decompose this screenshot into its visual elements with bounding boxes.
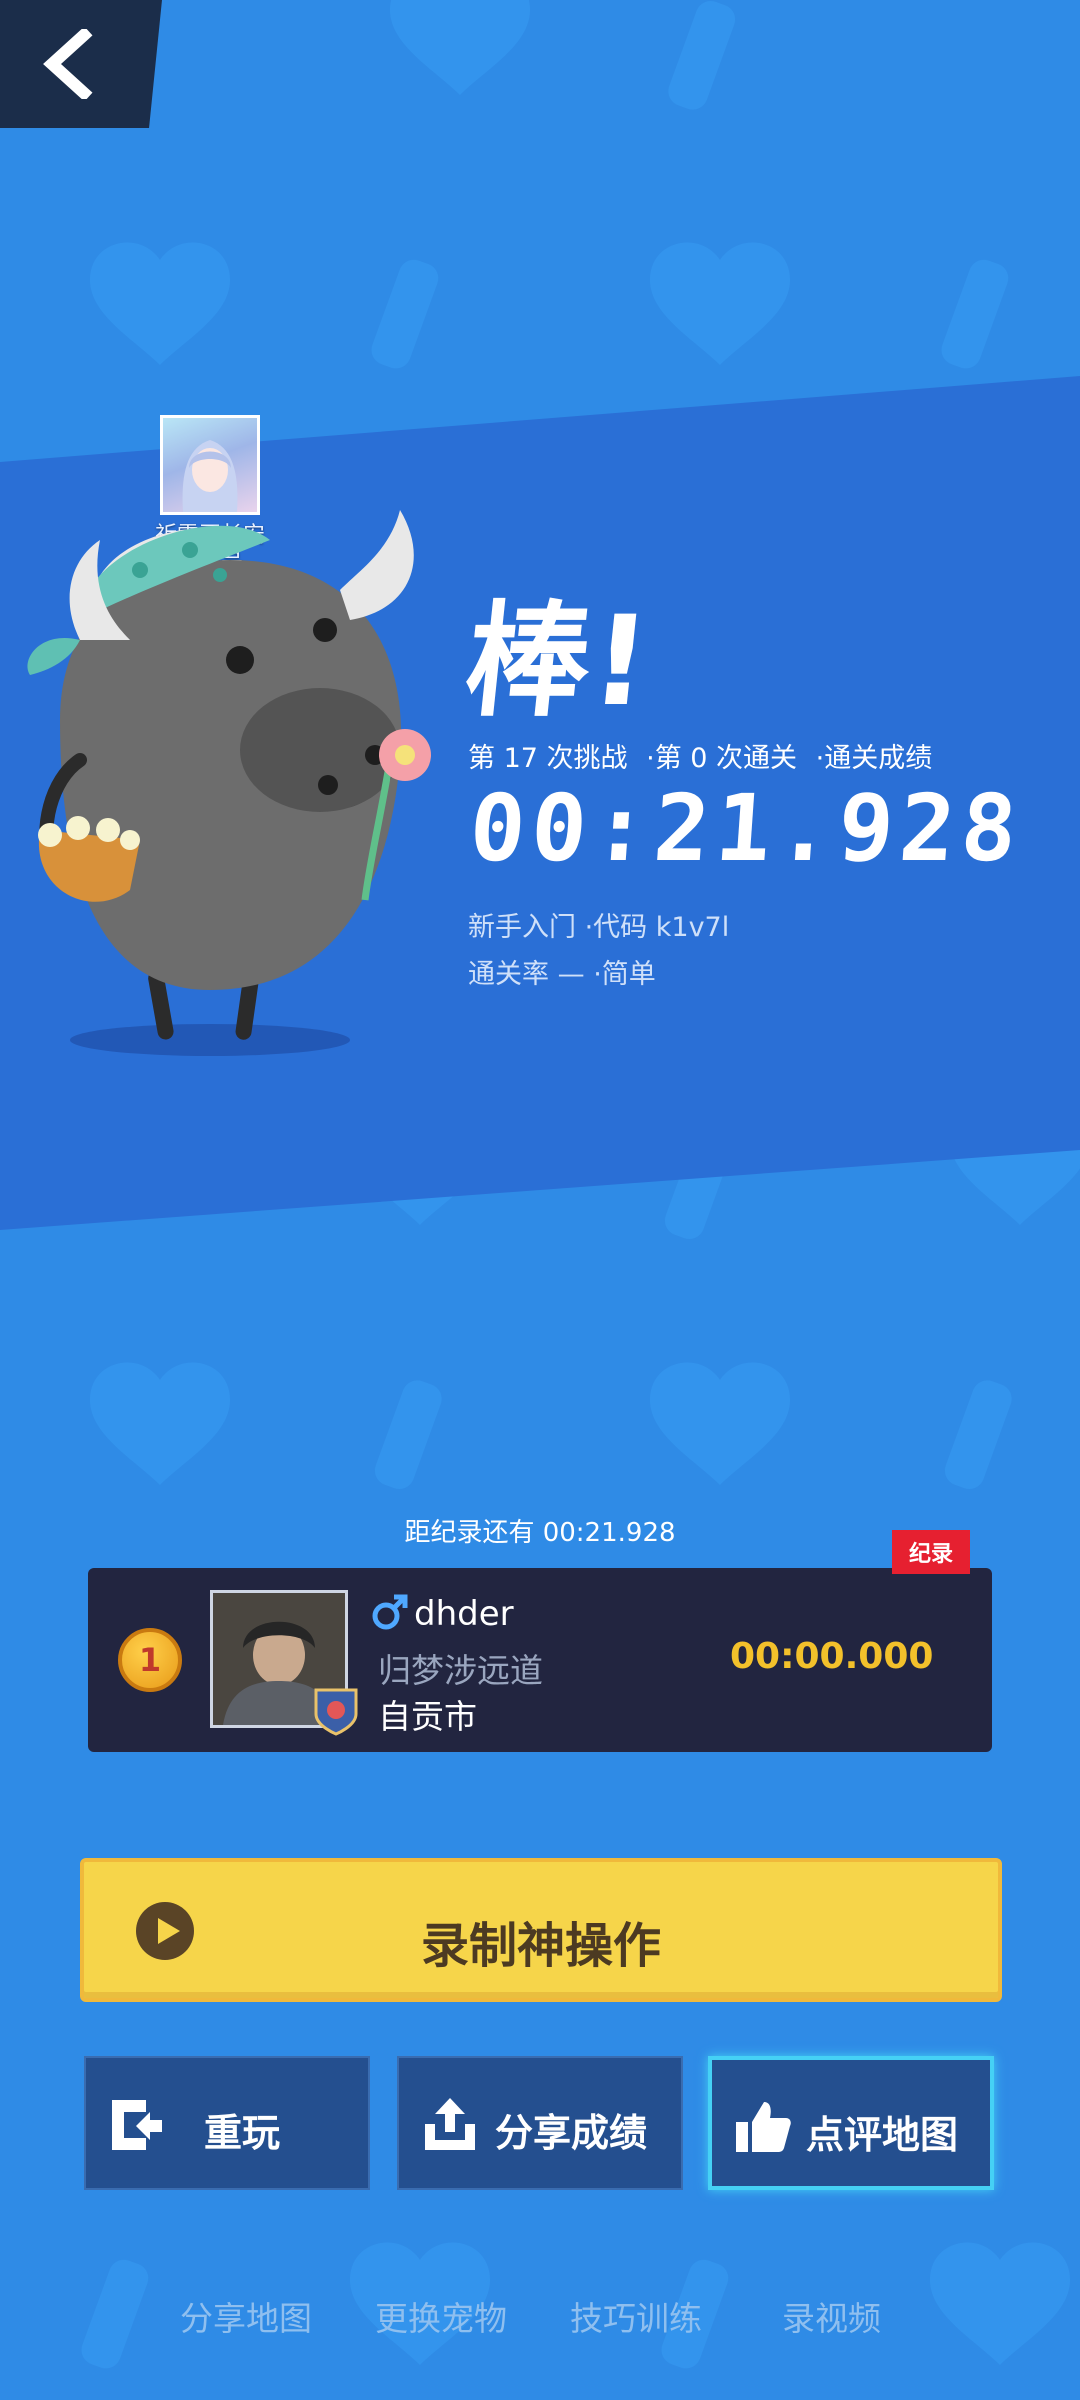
skill-training-link[interactable]: 技巧训练 [570,2292,702,2340]
record-video-link[interactable]: 录视频 [782,2292,881,2340]
replay-button[interactable]: 重玩 [84,2056,370,2190]
record-play-label: 录制神操作 [420,1918,661,1974]
male-icon [372,1594,408,1630]
chevron-left-icon [43,29,93,99]
clear-count: ·第 0 次通关 [646,743,798,774]
difficulty: ·简单 [593,959,656,990]
record-tag: 纪录 [892,1530,970,1574]
back-button[interactable] [0,0,162,128]
result-screen: 祈雪画长安 无称号 棒! 第 17 次挑战 ·第 0 次通关 ·通关成绩 00:… [0,0,1080,2400]
challenge-stats: 第 17 次挑战 ·第 0 次通关 ·通关成绩 [468,736,942,775]
replay-label: 重玩 [204,2111,281,2155]
map-info: 新手入门 ·代码 k1v7l [468,905,729,944]
record-holder-title: 归梦涉远道 [378,1651,543,1690]
share-score-label: 分享成绩 [495,2111,648,2155]
replay-icon [112,2100,162,2150]
background-pattern [0,0,1080,2369]
record-holder-city: 自贡市 [378,1697,477,1736]
map-name: 新手入门 [468,912,576,943]
share-map-link[interactable]: 分享地图 [180,2292,312,2340]
rank-shield-icon [314,1688,358,1736]
clear-label: ·通关成绩 [815,743,933,774]
bull-pet-illustration [27,510,431,1056]
review-map-label: 点评地图 [806,2113,959,2157]
clear-rate: 通关率 — [468,959,585,990]
map-code: ·代码 k1v7l [584,912,730,943]
clear-time: 00:21.928 [466,775,1027,882]
rank-badge: 1 [118,1628,182,1692]
map-rate: 通关率 — ·简单 [468,952,656,991]
review-map-button[interactable]: 点评地图 [708,2056,994,2190]
share-score-button[interactable]: 分享成绩 [397,2056,683,2190]
thumbs-up-icon [736,2102,791,2152]
share-upload-icon [425,2098,475,2150]
challenge-count: 第 17 次挑战 [468,743,628,774]
praise-text: 棒! [458,590,659,734]
record-holder-name: dhder [414,1594,514,1634]
change-pet-link[interactable]: 更换宠物 [375,2292,507,2340]
record-play-button[interactable]: 录制神操作 [80,1858,1002,2002]
anime-portrait [182,440,238,512]
record-time: 00:00.000 [730,1636,934,1677]
